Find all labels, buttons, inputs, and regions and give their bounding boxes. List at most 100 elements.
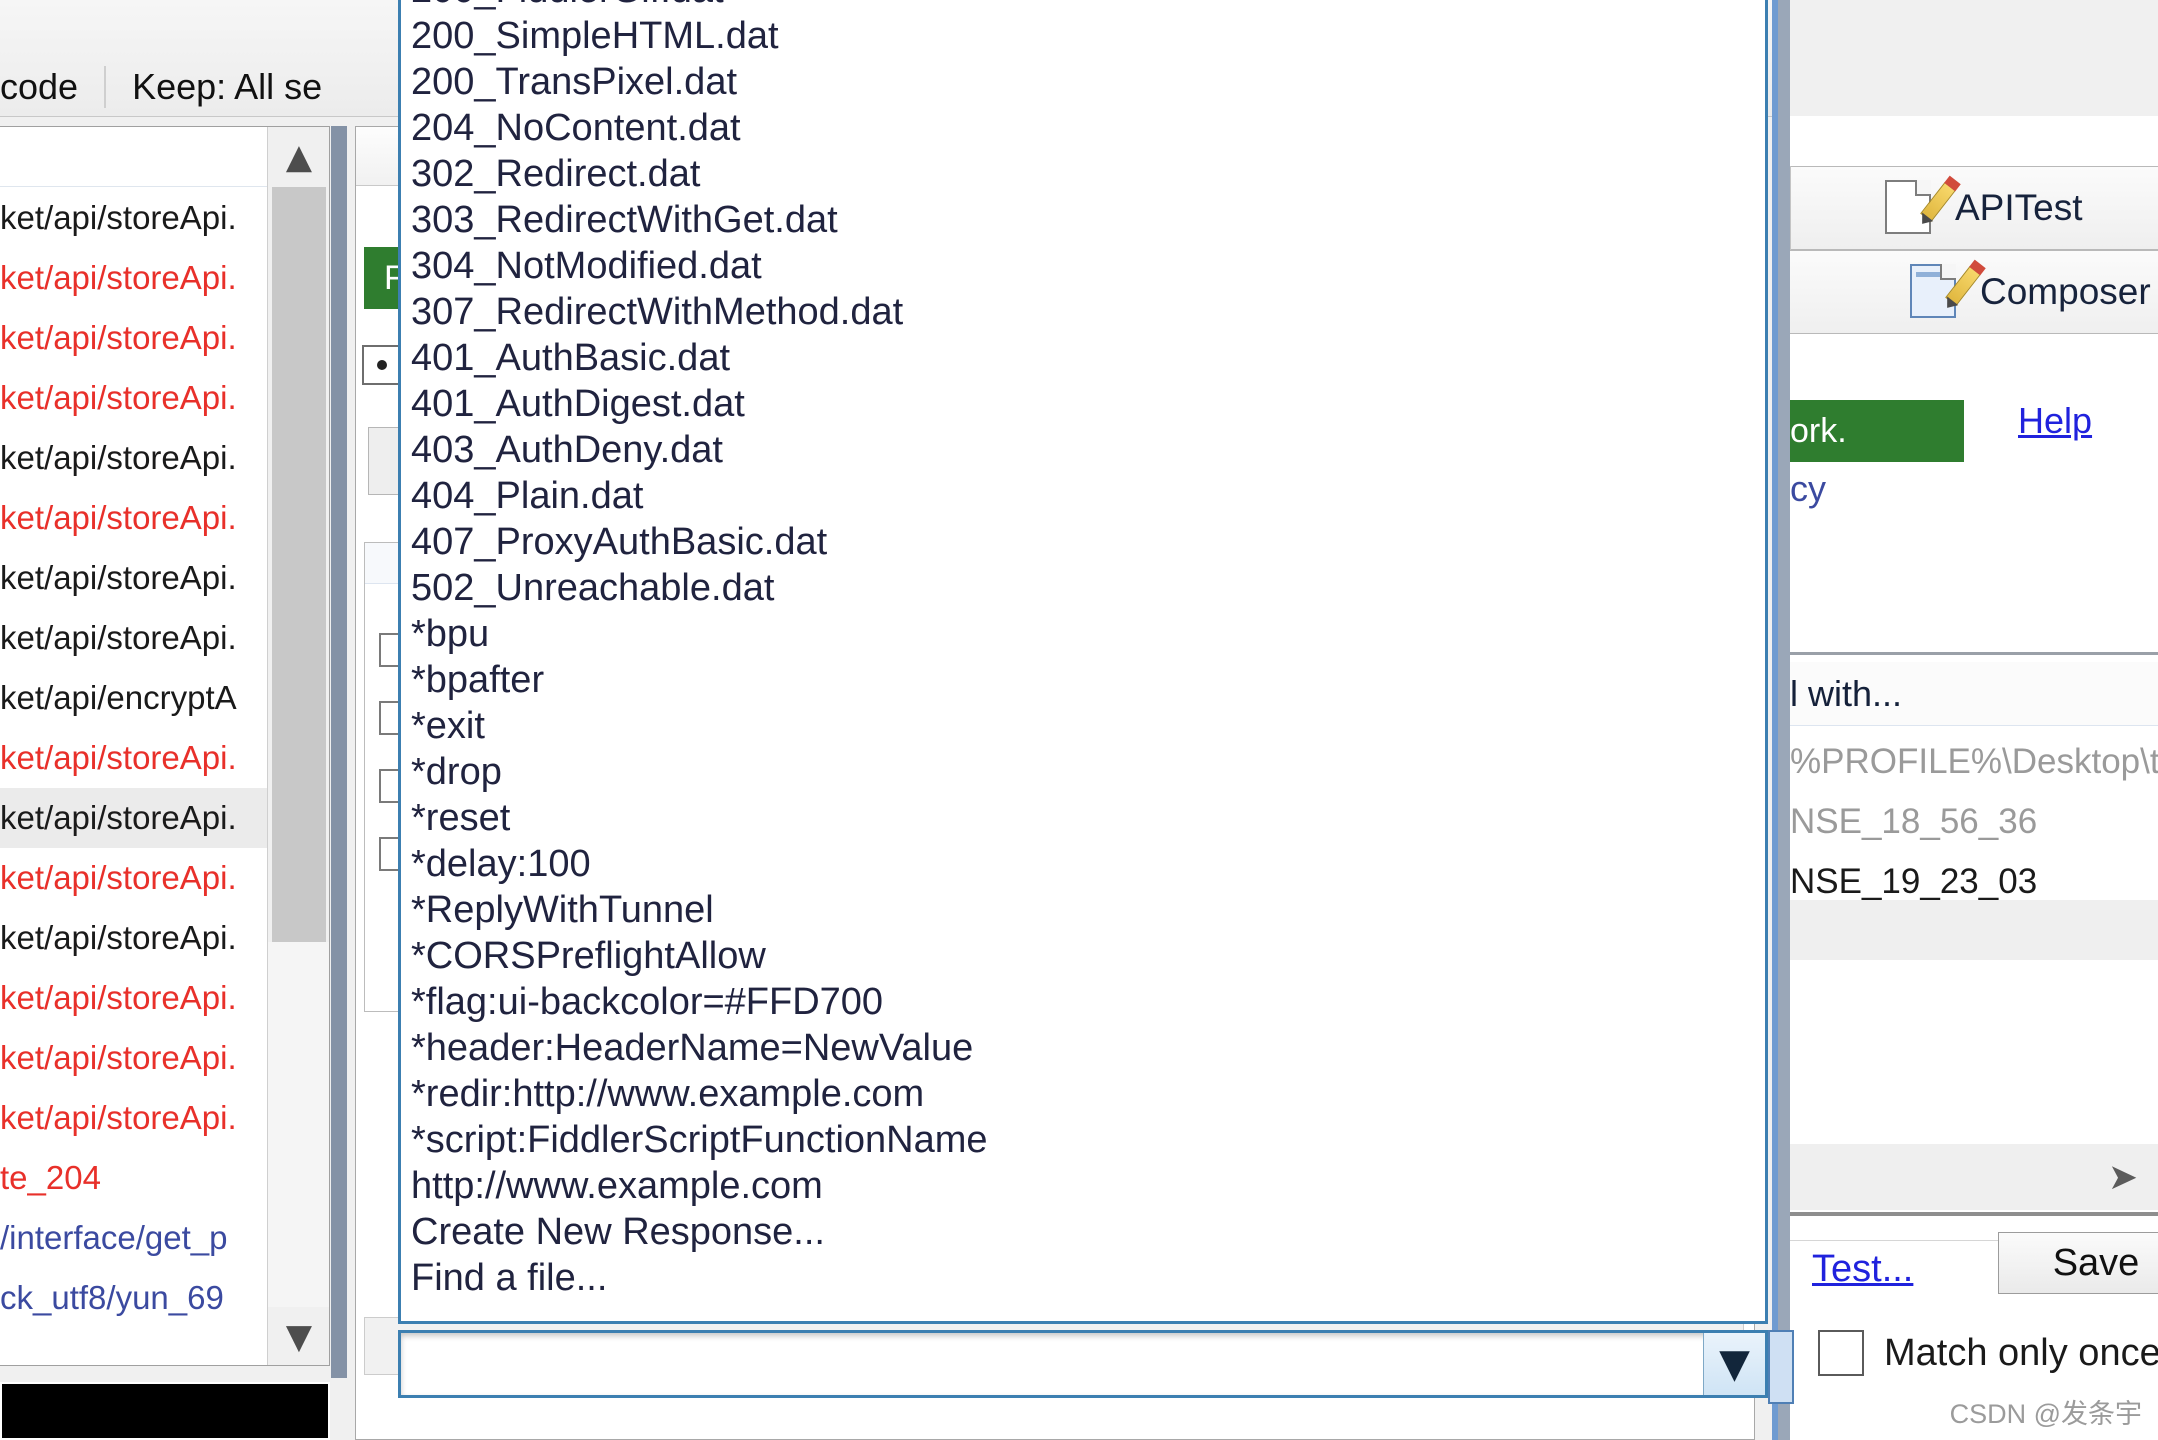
dropdown-item[interactable]: 302_Redirect.dat <box>401 151 1765 197</box>
console-input-bar[interactable] <box>0 1382 330 1440</box>
session-row[interactable]: te_204 <box>0 1148 268 1208</box>
session-row[interactable]: ket/api/storeApi. <box>0 1028 268 1088</box>
match-only-once-label: Match only once <box>1884 1331 2158 1374</box>
right-green-text: ork. <box>1790 412 1847 450</box>
apitest-tab[interactable]: APITest <box>1790 166 2158 250</box>
composer-pencil-icon <box>1910 264 1981 320</box>
panel-edge <box>1778 0 1790 1440</box>
session-row[interactable]: ket/api/storeApi. <box>0 248 268 308</box>
dropdown-item[interactable]: *ReplyWithTunnel <box>401 887 1765 933</box>
chevron-down-icon: ▼ <box>285 1317 313 1357</box>
rule-fragment[interactable]: %PROFILE%\Desktop\te <box>1790 742 2158 782</box>
sessions-vertical-scrollbar[interactable]: ▲ ▼ <box>267 127 329 1365</box>
dropdown-item[interactable]: 200_SimpleHTML.dat <box>401 13 1765 59</box>
chevron-right-icon[interactable]: ➤ <box>2108 1157 2138 1198</box>
dropdown-item[interactable]: 307_RedirectWithMethod.dat <box>401 289 1765 335</box>
save-button[interactable]: Save <box>1998 1232 2158 1294</box>
dropdown-item[interactable]: *bpafter <box>401 657 1765 703</box>
chevron-up-icon: ▲ <box>285 137 313 177</box>
dropdown-item[interactable]: 200_FiddlerGif.dat <box>401 0 1765 13</box>
response-combobox[interactable]: ▼ <box>398 1330 1768 1398</box>
dropdown-item[interactable]: *CORSPreflightAllow <box>401 933 1765 979</box>
session-row[interactable]: ket/api/storeApi. <box>0 968 268 1028</box>
respond-with-header: l with... <box>1790 662 2158 726</box>
session-row[interactable]: ket/api/storeApi. <box>0 188 268 248</box>
dropdown-item[interactable]: 502_Unreachable.dat <box>401 565 1765 611</box>
sessions-list-panel[interactable]: ket/api/storeApi. ket/api/storeApi. ket/ap… <box>0 126 330 1366</box>
scrollbar-thumb[interactable] <box>272 187 326 942</box>
session-row[interactable]: ket/api/encryptA <box>0 668 268 728</box>
apitest-tab-label: APITest <box>1955 187 2083 228</box>
dropdown-item[interactable]: *flag:ui-backcolor=#FFD700 <box>401 979 1765 1025</box>
session-row[interactable]: ket/api/storeApi. <box>0 428 268 488</box>
panel-splitter[interactable] <box>331 126 347 1378</box>
dropdown-item[interactable]: Create New Response... <box>401 1209 1765 1255</box>
dropdown-item[interactable]: 401_AuthDigest.dat <box>401 381 1765 427</box>
match-only-once-row[interactable]: Match only once <box>1818 1330 2158 1376</box>
help-link[interactable]: Help <box>2018 400 2092 442</box>
session-row[interactable]: ket/api/storeApi. <box>0 908 268 968</box>
rule-expand-row[interactable]: ➤ <box>1790 1144 2158 1210</box>
session-row[interactable]: ket/api/storeApi. <box>0 548 268 608</box>
tab-divider <box>1790 166 1791 250</box>
rule-fragment[interactable]: NSE_19_23_03 <box>1790 862 2037 902</box>
dropdown-item[interactable]: *redir:http://www.example.com <box>401 1071 1765 1117</box>
chevron-down-icon: ▼ <box>1719 1341 1750 1387</box>
session-row[interactable]: ck_utf8/yun_69 <box>0 1268 268 1328</box>
dropdown-item[interactable]: 200_TransPixel.dat <box>401 59 1765 105</box>
scroll-down-button[interactable]: ▼ <box>268 1307 329 1365</box>
dropdown-item[interactable]: 304_NotModified.dat <box>401 243 1765 289</box>
sessions-rows[interactable]: ket/api/storeApi. ket/api/storeApi. ket/ap… <box>0 188 268 1328</box>
dropdown-item[interactable]: *reset <box>401 795 1765 841</box>
dropdown-item[interactable]: *bpu <box>401 611 1765 657</box>
dropdown-item[interactable]: 303_RedirectWithGet.dat <box>401 197 1765 243</box>
session-row[interactable]: ket/api/storeApi. <box>0 368 268 428</box>
dropdown-item[interactable]: 404_Plain.dat <box>401 473 1765 519</box>
session-row[interactable]: ket/api/storeApi. <box>0 488 268 548</box>
section-separator <box>1790 652 2158 655</box>
rule-row-band <box>1790 900 2158 960</box>
latency-fragment: cy <box>1790 468 1826 509</box>
match-only-once-checkbox[interactable] <box>1818 1330 1864 1376</box>
page-pencil-icon <box>1885 180 1956 236</box>
session-row[interactable]: ket/api/storeApi. <box>0 308 268 368</box>
test-link[interactable]: Test... <box>1812 1248 1913 1291</box>
radio-dot-icon[interactable] <box>362 345 402 385</box>
dropdown-item[interactable]: *drop <box>401 749 1765 795</box>
toolbar-divider <box>104 66 107 108</box>
dropdown-item[interactable]: http://www.example.com <box>401 1163 1765 1209</box>
right-green-banner: ork. <box>1790 400 1964 462</box>
session-row[interactable]: ket/api/storeApi. <box>0 788 268 848</box>
combobox-dropdown-button[interactable]: ▼ <box>1703 1333 1765 1395</box>
dropdown-item[interactable]: 407_ProxyAuthBasic.dat <box>401 519 1765 565</box>
session-row[interactable]: ket/api/storeApi. <box>0 1088 268 1148</box>
right-panel: APITest Composer ork. Help cy l with... … <box>1768 0 2158 1440</box>
decode-button-label[interactable]: code <box>0 66 78 108</box>
keep-sessions-label[interactable]: Keep: All se <box>132 66 322 108</box>
footer-divider-thick <box>1790 1212 2158 1216</box>
session-row[interactable]: ket/api/storeApi. <box>0 608 268 668</box>
composer-tab[interactable]: Composer <box>1790 250 2158 334</box>
rule-fragment[interactable]: NSE_18_56_36 <box>1790 802 2037 842</box>
scrollbar-track[interactable] <box>268 942 329 1307</box>
session-row[interactable]: ket/api/storeApi. <box>0 728 268 788</box>
right-top-filler <box>1790 0 2158 116</box>
dropdown-item[interactable]: *delay:100 <box>401 841 1765 887</box>
response-combobox-input[interactable] <box>401 1333 1699 1395</box>
side-tab-handle[interactable] <box>1768 1330 1794 1404</box>
respond-with-label: l with... <box>1790 673 1903 714</box>
dropdown-item[interactable]: *exit <box>401 703 1765 749</box>
dropdown-item[interactable]: *header:HeaderName=NewValue <box>401 1025 1765 1071</box>
watermark-text: CSDN @发条宇 <box>1949 1399 2142 1429</box>
composer-tab-label: Composer <box>1980 271 2151 312</box>
session-row[interactable]: /interface/get_p <box>0 1208 268 1268</box>
response-dropdown-list[interactable]: 200_FiddlerGif.dat200_SimpleHTML.dat200_… <box>398 0 1768 1324</box>
scroll-up-button[interactable]: ▲ <box>268 127 329 187</box>
dropdown-item[interactable]: 403_AuthDeny.dat <box>401 427 1765 473</box>
dropdown-item[interactable]: Find a file... <box>401 1255 1765 1301</box>
dropdown-item[interactable]: *script:FiddlerScriptFunctionName <box>401 1117 1765 1163</box>
dropdown-item[interactable]: 401_AuthBasic.dat <box>401 335 1765 381</box>
dropdown-item[interactable]: 204_NoContent.dat <box>401 105 1765 151</box>
dropdown-items[interactable]: 200_FiddlerGif.dat200_SimpleHTML.dat200_… <box>401 0 1765 1301</box>
session-row[interactable]: ket/api/storeApi. <box>0 848 268 908</box>
